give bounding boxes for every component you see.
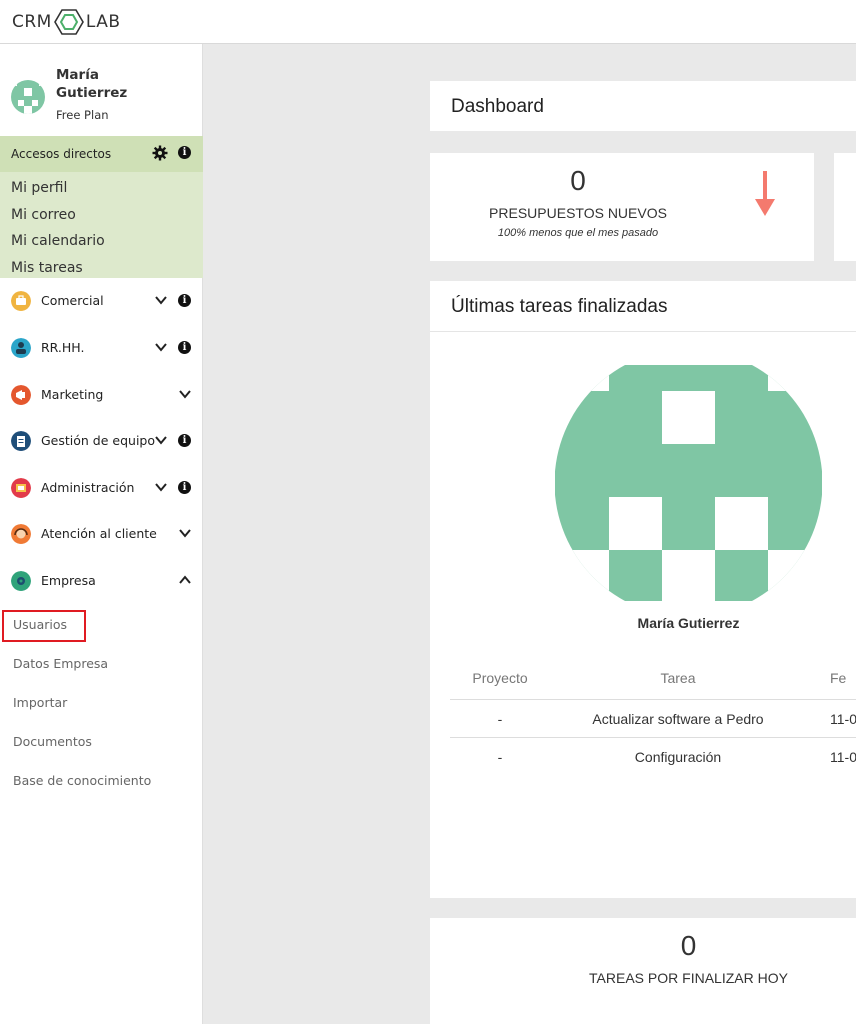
cell-tarea: Configuración [634,749,722,765]
kpi-label: PRESUPUESTOS NUEVOS [489,205,667,221]
user-profile[interactable]: María Gutierrez Free Plan [0,44,203,136]
sidebar-item-atencion-cliente[interactable]: Atención al cliente [0,517,203,551]
sidebar-item-marketing[interactable]: Marketing [0,378,203,412]
sidebar: María Gutierrez Free Plan Accesos direct… [0,44,203,1024]
megaphone-icon [11,385,31,405]
sidebar-item-label: Marketing [41,387,104,402]
pending-tasks-card: 0 TAREAS POR FINALIZAR HOY [430,918,856,1024]
chevron-up-icon[interactable] [178,573,192,587]
kpi-card-presupuestos: 0 PRESUPUESTOS NUEVOS 100% menos que el … [430,153,814,261]
kpi-comparison: 100% menos que el mes pasado [497,227,659,239]
quick-access-title: Accesos directos [11,147,112,161]
sidebar-item-label: Atención al cliente [41,526,157,541]
info-icon[interactable]: i [178,341,191,354]
top-bar: CRM LAB [0,0,856,44]
chevron-down-icon[interactable] [154,340,168,354]
sidebar-item-gestion-equipo[interactable]: Gestión de equipo i [0,424,203,458]
chevron-down-icon[interactable] [178,387,192,401]
table-row[interactable]: - Actualizar software a Pedro 11-0 [450,699,856,737]
arrow-down-icon [755,171,775,216]
quick-link-profile[interactable]: Mi perfil [11,175,105,202]
avatar [11,80,45,114]
table-header-row: Proyecto Tarea Fe [450,659,856,699]
chevron-down-icon[interactable] [178,526,192,540]
cell-proyecto: - [497,711,503,727]
quick-access-links: Mi perfil Mi correo Mi calendario Mis ta… [11,175,105,281]
headset-icon [11,524,31,544]
pending-tasks-value: 0 [680,930,697,961]
sidebar-item-label: Administración [41,480,135,495]
cell-fecha: 11-0 [830,711,856,727]
info-icon[interactable]: i [178,481,191,494]
dashboard-header-card: Dashboard [430,81,856,131]
submenu-item-usuarios[interactable]: Usuarios [13,617,67,632]
briefcase-icon [11,291,31,311]
folder-icon [11,478,31,498]
sidebar-item-label: Comercial [41,293,104,308]
logo-text-left: CRM [12,12,52,32]
info-icon[interactable]: i [178,146,191,159]
info-icon[interactable]: i [178,294,191,307]
app-logo[interactable]: CRM LAB [12,6,121,38]
finished-tasks-title: Últimas tareas finalizadas [451,296,668,317]
kpi-card-partial [834,153,856,261]
cell-proyecto: - [497,749,503,765]
quick-link-mail[interactable]: Mi correo [11,202,105,229]
finished-tasks-user-name: María Gutierrez [637,615,740,631]
finished-tasks-header: Últimas tareas finalizadas [430,281,856,332]
sidebar-item-empresa[interactable]: Empresa [0,564,203,598]
logo-text-right: LAB [85,12,121,32]
clipboard-icon [11,431,31,451]
cell-tarea: Actualizar software a Pedro [592,711,764,727]
sidebar-item-rrhh[interactable]: RR.HH. i [0,331,203,365]
chevron-down-icon[interactable] [154,433,168,447]
sidebar-item-label: RR.HH. [41,340,85,355]
cell-fecha: 11-0 [830,749,856,765]
gear-icon[interactable] [152,145,168,161]
table-row[interactable]: - Configuración 11-0 [450,737,856,775]
people-icon [11,338,31,358]
submenu-item-base-conocimiento[interactable]: Base de conocimiento [13,773,151,788]
page-title: Dashboard [451,96,544,117]
sidebar-item-label: Gestión de equipo [41,433,156,448]
gear-icon [11,571,31,591]
user-avatar-large [555,365,822,601]
info-icon[interactable]: i [178,434,191,447]
finished-tasks-card: Últimas tareas finalizadas María Gutierr… [430,281,856,898]
quick-link-calendar[interactable]: Mi calendario [11,228,105,255]
chevron-down-icon[interactable] [154,480,168,494]
quick-access-header: Accesos directos i [0,136,203,172]
logo-hexagon-icon [53,9,84,35]
column-header-proyecto: Proyecto [472,670,528,686]
submenu-item-importar[interactable]: Importar [13,695,67,710]
quick-access-panel: Accesos directos i Mi perfil Mi correo M… [0,136,203,278]
chevron-down-icon[interactable] [154,293,168,307]
submenu-item-datos-empresa[interactable]: Datos Empresa [13,656,108,671]
kpi-value: 0 [570,165,586,196]
sidebar-item-label: Empresa [41,573,96,588]
column-header-fecha: Fe [830,670,847,686]
finished-tasks-table: Proyecto Tarea Fe - Actualizar software … [450,659,856,775]
submenu-item-documentos[interactable]: Documentos [13,734,92,749]
user-name: María Gutierrez [56,67,128,101]
sidebar-item-comercial[interactable]: Comercial i [0,284,203,318]
pending-tasks-label: TAREAS POR FINALIZAR HOY [589,970,788,986]
user-plan: Free Plan [56,108,109,122]
sidebar-item-administracion[interactable]: Administración i [0,471,203,505]
quick-link-tasks[interactable]: Mis tareas [11,255,105,282]
column-header-tarea: Tarea [660,670,696,686]
